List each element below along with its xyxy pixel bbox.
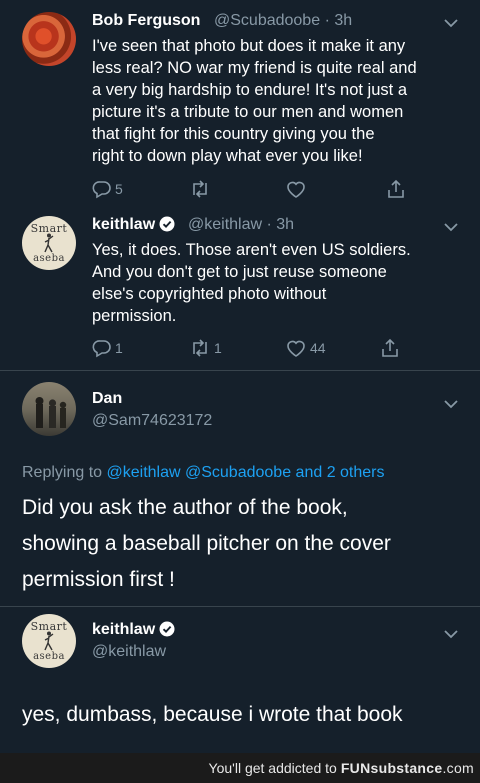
timestamp[interactable]: · 3h bbox=[325, 12, 353, 29]
tweet-dan-expanded[interactable]: Dan @Sam74623172 Replying to @keithlaw @… bbox=[0, 371, 480, 606]
like-count: 44 bbox=[310, 340, 326, 356]
tweet-text: yes, dumbass, because i wrote that book bbox=[22, 703, 403, 726]
replying-to: Replying to @keithlaw @Scubadoobe and 2 … bbox=[22, 464, 385, 481]
reply-button[interactable]: 5 bbox=[92, 178, 123, 200]
avatar[interactable] bbox=[22, 382, 76, 436]
author-handle: @Scubadoobe · 3h bbox=[214, 12, 352, 30]
tweet-actions: 5 bbox=[92, 178, 422, 200]
retweet-icon bbox=[193, 180, 207, 198]
share-button[interactable] bbox=[386, 178, 406, 200]
verified-badge-icon bbox=[159, 216, 175, 232]
like-button[interactable] bbox=[285, 178, 307, 200]
author-name[interactable]: Bob Ferguson bbox=[92, 12, 200, 30]
heart-icon bbox=[287, 340, 305, 357]
avatar[interactable]: Smart aseba bbox=[22, 216, 76, 270]
tweet-keithlaw-reply[interactable]: Smart aseba keithlaw @keithlaw yes, dumb… bbox=[0, 607, 480, 753]
like-button[interactable]: 44 bbox=[285, 337, 326, 359]
heart-icon bbox=[287, 181, 305, 198]
author-name[interactable]: keithlaw bbox=[92, 216, 175, 234]
author-handle[interactable]: @Sam74623172 bbox=[92, 412, 212, 430]
tweet-keithlaw[interactable]: Smart aseba keithlaw @keithlaw · 3h Yes,… bbox=[0, 206, 480, 370]
chevron-down-icon[interactable] bbox=[444, 222, 458, 232]
tweet-actions: 1 1 44 bbox=[92, 337, 422, 359]
replying-to-others[interactable]: and 2 others bbox=[296, 464, 385, 481]
watermark-prefix: You'll get addicted to bbox=[208, 760, 337, 776]
chevron-down-icon[interactable] bbox=[444, 18, 458, 28]
avatar-book-subtitle: aseba bbox=[33, 253, 65, 264]
avatar-book-subtitle: aseba bbox=[33, 651, 65, 662]
retweet-count: 1 bbox=[214, 340, 222, 356]
chevron-down-icon[interactable] bbox=[444, 399, 458, 409]
avatar[interactable]: Smart aseba bbox=[22, 614, 76, 668]
tweet-text: Yes, it does. Those aren't even US soldi… bbox=[92, 241, 411, 325]
avatar[interactable] bbox=[22, 12, 76, 66]
pitcher-figure-icon bbox=[44, 233, 54, 253]
retweet-button[interactable] bbox=[189, 178, 211, 200]
share-button[interactable] bbox=[380, 337, 400, 359]
tweet-text: Did you ask the author of the book, show… bbox=[22, 496, 391, 591]
author-name[interactable]: keithlaw bbox=[92, 621, 175, 639]
avatar-photo-figures bbox=[35, 397, 67, 428]
replying-to-users[interactable]: @keithlaw @Scubadoobe bbox=[107, 464, 292, 481]
tweet-text: I've seen that photo but does it make it… bbox=[92, 37, 417, 165]
reply-count: 1 bbox=[115, 340, 123, 356]
reply-icon bbox=[92, 181, 111, 199]
retweet-button[interactable]: 1 bbox=[189, 337, 222, 359]
share-icon bbox=[382, 338, 398, 357]
author-name[interactable]: Dan bbox=[92, 390, 122, 408]
reply-icon bbox=[92, 340, 111, 358]
author-handle[interactable]: @keithlaw bbox=[92, 643, 166, 661]
reply-count: 5 bbox=[115, 181, 123, 197]
reply-button[interactable]: 1 bbox=[92, 337, 123, 359]
verified-badge-icon bbox=[159, 621, 175, 637]
author-handle: @keithlaw · 3h bbox=[188, 216, 294, 234]
tweet-bob-ferguson[interactable]: Bob Ferguson @Scubadoobe · 3h I've seen … bbox=[0, 0, 480, 206]
retweet-icon bbox=[193, 339, 207, 357]
share-icon bbox=[388, 179, 404, 198]
watermark-brand: FUNsubstance.com bbox=[340, 760, 474, 776]
handle-text[interactable]: @keithlaw bbox=[188, 216, 262, 233]
watermark-footer: You'll get addicted to FUNsubstance.com bbox=[0, 753, 480, 783]
handle-text[interactable]: @Scubadoobe bbox=[214, 12, 320, 29]
pitcher-figure-icon bbox=[44, 631, 54, 651]
timestamp[interactable]: · 3h bbox=[267, 216, 295, 233]
chevron-down-icon[interactable] bbox=[444, 629, 458, 639]
